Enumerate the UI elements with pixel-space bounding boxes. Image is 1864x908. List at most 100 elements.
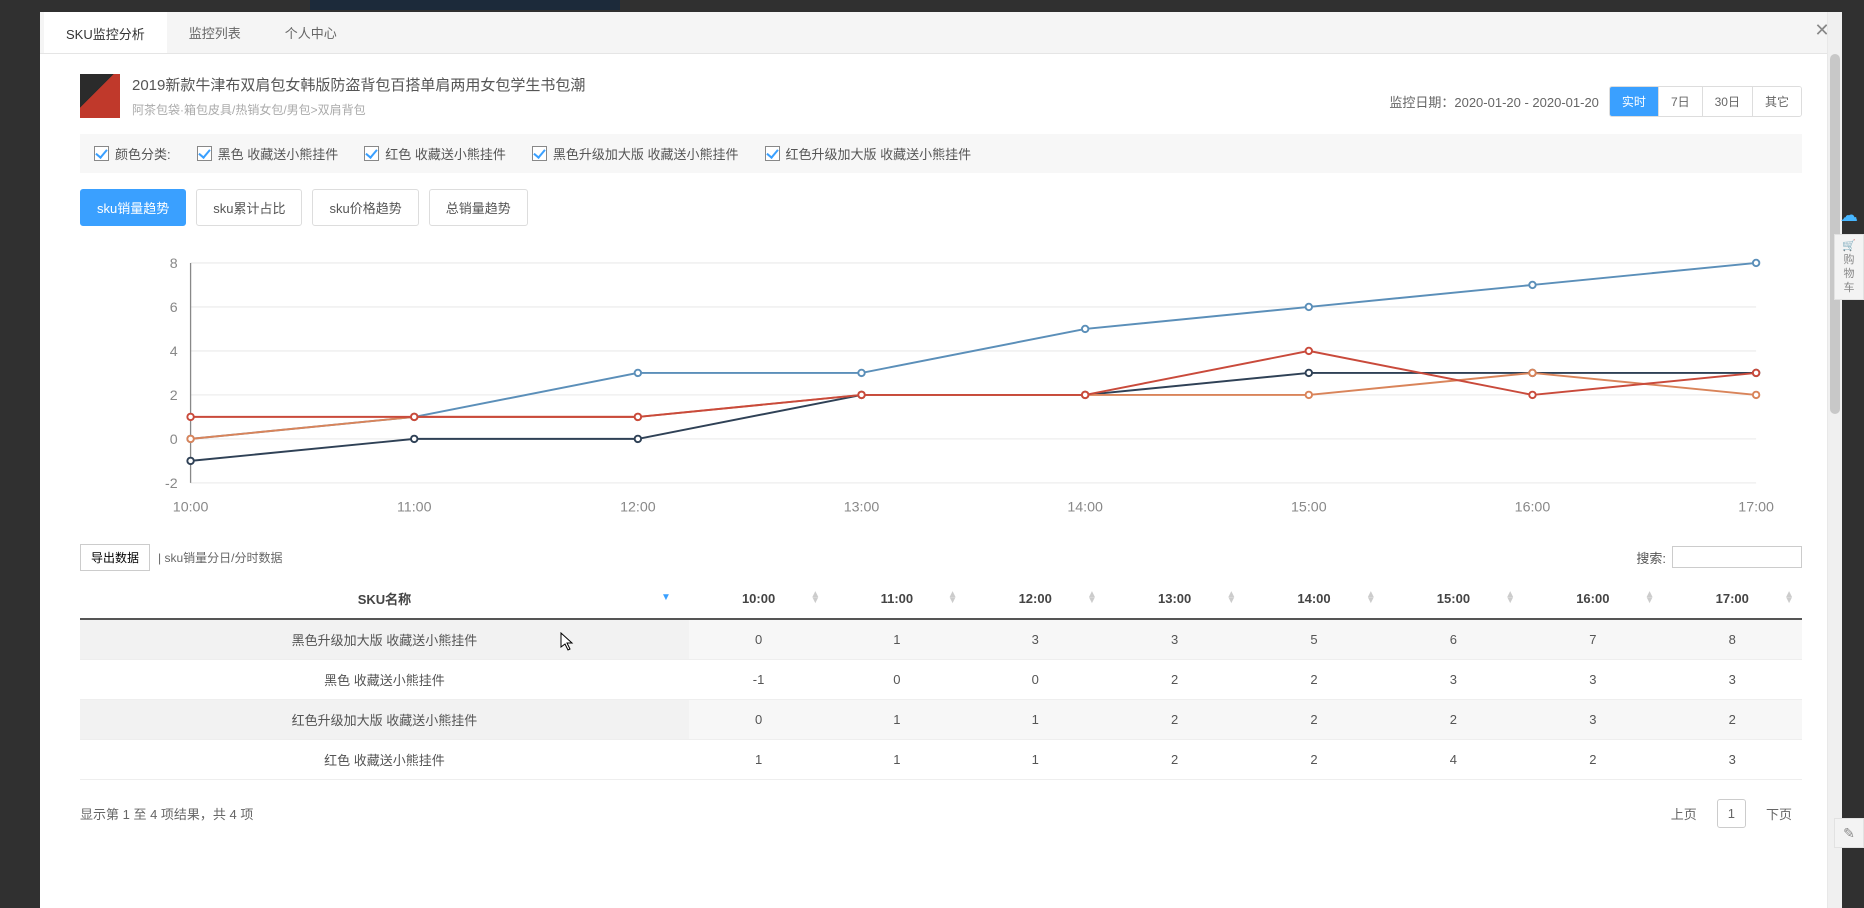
svg-text:14:00: 14:00 bbox=[1067, 499, 1103, 515]
filter-item-label: 红色升级加大版 收藏送小熊挂件 bbox=[786, 144, 972, 163]
checkbox-icon bbox=[364, 146, 379, 161]
table-row: 红色升级加大版 收藏送小熊挂件01122232 bbox=[80, 699, 1802, 739]
metric-tab-sales-trend[interactable]: sku销量趋势 bbox=[80, 189, 186, 226]
filter-item-label: 黑色 收藏送小熊挂件 bbox=[218, 144, 339, 163]
sku-name-cell: 红色升级加大版 收藏送小熊挂件 bbox=[80, 699, 689, 739]
col-header[interactable]: 15:00▲▼ bbox=[1384, 579, 1523, 619]
value-cell: 3 bbox=[1523, 699, 1662, 739]
tabs-bar: SKU监控分析 监控列表 个人中心 ✕ bbox=[40, 12, 1842, 54]
col-header[interactable]: 13:00▲▼ bbox=[1105, 579, 1244, 619]
tab-user-center[interactable]: 个人中心 bbox=[263, 13, 359, 52]
product-title: 2019新款牛津布双肩包女韩版防盗背包百搭单肩两用女包学生书包潮 bbox=[132, 74, 585, 95]
sort-icon[interactable]: ▲▼ bbox=[810, 592, 820, 604]
sku-name-cell: 黑色升级加大版 收藏送小熊挂件 bbox=[80, 619, 689, 660]
filter-black-large[interactable]: 黑色升级加大版 收藏送小熊挂件 bbox=[532, 144, 739, 163]
metric-tab-price-trend[interactable]: sku价格趋势 bbox=[312, 189, 418, 226]
value-cell: 1 bbox=[689, 739, 828, 779]
tab-monitor-list[interactable]: 监控列表 bbox=[167, 13, 263, 52]
value-cell: 3 bbox=[1384, 659, 1523, 699]
table-toolbar: 导出数据 | sku销量分日/分时数据 搜索: bbox=[80, 544, 1802, 571]
filter-red-large[interactable]: 红色升级加大版 收藏送小熊挂件 bbox=[765, 144, 972, 163]
range-btn-realtime[interactable]: 实时 bbox=[1610, 87, 1658, 116]
search-block: 搜索: bbox=[1636, 546, 1802, 568]
value-cell: 2 bbox=[1523, 739, 1662, 779]
value-cell: 3 bbox=[1523, 659, 1662, 699]
cart-button[interactable]: 🛒 购 物 车 bbox=[1834, 234, 1864, 300]
search-input[interactable] bbox=[1672, 546, 1802, 568]
metric-tab-total-trend[interactable]: 总销量趋势 bbox=[429, 189, 528, 226]
page-next[interactable]: 下页 bbox=[1756, 798, 1802, 829]
svg-text:12:00: 12:00 bbox=[620, 499, 656, 515]
sort-icon[interactable]: ▲▼ bbox=[948, 592, 958, 604]
table-row: 红色 收藏送小熊挂件11122423 bbox=[80, 739, 1802, 779]
range-btn-30d[interactable]: 30日 bbox=[1702, 87, 1752, 116]
cart-label-1: 购 bbox=[1844, 253, 1855, 267]
value-cell: 3 bbox=[1663, 659, 1802, 699]
checkbox-icon bbox=[532, 146, 547, 161]
result-info: 显示第 1 至 4 项结果，共 4 项 bbox=[80, 804, 253, 823]
svg-text:0: 0 bbox=[170, 432, 178, 448]
sort-icon[interactable]: ▲▼ bbox=[1226, 592, 1236, 604]
sort-icon[interactable]: ▲▼ bbox=[1505, 592, 1515, 604]
sort-icon[interactable]: ▲▼ bbox=[1645, 592, 1655, 604]
close-icon[interactable]: ✕ bbox=[1812, 20, 1832, 40]
sort-icon[interactable]: ▲▼ bbox=[1087, 592, 1097, 604]
page-prev[interactable]: 上页 bbox=[1661, 798, 1707, 829]
value-cell: 2 bbox=[1244, 699, 1383, 739]
col-header[interactable]: 17:00▲▼ bbox=[1663, 579, 1802, 619]
col-header[interactable]: 14:00▲▼ bbox=[1244, 579, 1383, 619]
svg-text:17:00: 17:00 bbox=[1738, 499, 1774, 515]
checkbox-icon bbox=[197, 146, 212, 161]
range-btn-other[interactable]: 其它 bbox=[1752, 87, 1801, 116]
col-header[interactable]: SKU名称▼ bbox=[80, 579, 689, 619]
filter-group-label[interactable]: 颜色分类: bbox=[94, 144, 171, 163]
filter-black[interactable]: 黑色 收藏送小熊挂件 bbox=[197, 144, 339, 163]
filter-group-text: 颜色分类: bbox=[115, 144, 171, 163]
col-header[interactable]: 11:00▲▼ bbox=[828, 579, 965, 619]
value-cell: 2 bbox=[1244, 739, 1383, 779]
value-cell: 2 bbox=[1105, 699, 1244, 739]
value-cell: 2 bbox=[1105, 659, 1244, 699]
value-cell: 2 bbox=[1105, 739, 1244, 779]
value-cell: 2 bbox=[1663, 699, 1802, 739]
tab-sku-analysis[interactable]: SKU监控分析 bbox=[44, 12, 167, 53]
value-cell: 3 bbox=[966, 619, 1105, 660]
sort-icon[interactable]: ▲▼ bbox=[1784, 592, 1794, 604]
col-header[interactable]: 16:00▲▼ bbox=[1523, 579, 1662, 619]
svg-text:4: 4 bbox=[170, 344, 178, 360]
range-buttons: 实时 7日 30日 其它 bbox=[1609, 86, 1802, 117]
filter-row: 颜色分类: 黑色 收藏送小熊挂件 红色 收藏送小熊挂件 黑色升级加大版 收藏送小… bbox=[80, 134, 1802, 173]
value-cell: 1 bbox=[966, 699, 1105, 739]
value-cell: 2 bbox=[1244, 659, 1383, 699]
value-cell: 1 bbox=[828, 619, 965, 660]
product-breadcrumb: 阿茶包袋·箱包皮具/热销女包/男包>双肩背包 bbox=[132, 101, 585, 118]
cloud-icon[interactable]: ☁ bbox=[1834, 200, 1864, 230]
col-header[interactable]: 10:00▲▼ bbox=[689, 579, 828, 619]
value-cell: 4 bbox=[1384, 739, 1523, 779]
value-cell: 1 bbox=[828, 739, 965, 779]
value-cell: 3 bbox=[1663, 739, 1802, 779]
svg-text:15:00: 15:00 bbox=[1291, 499, 1327, 515]
sort-icon[interactable]: ▲▼ bbox=[1366, 592, 1376, 604]
table-row: 黑色升级加大版 收藏送小熊挂件01335678 bbox=[80, 619, 1802, 660]
data-table: SKU名称▼10:00▲▼11:00▲▼12:00▲▼13:00▲▼14:00▲… bbox=[80, 579, 1802, 780]
svg-text:-2: -2 bbox=[165, 476, 178, 492]
export-button[interactable]: 导出数据 bbox=[80, 544, 150, 571]
modal-body: 2019新款牛津布双肩包女韩版防盗背包百搭单肩两用女包学生书包潮 阿茶包袋·箱包… bbox=[40, 54, 1842, 908]
product-thumbnail bbox=[80, 74, 120, 118]
col-header[interactable]: 12:00▲▼ bbox=[966, 579, 1105, 619]
filter-red[interactable]: 红色 收藏送小熊挂件 bbox=[364, 144, 506, 163]
edit-icon[interactable]: ✎ bbox=[1834, 818, 1864, 848]
cart-icon: 🛒 bbox=[1842, 239, 1856, 253]
filter-item-label: 红色 收藏送小熊挂件 bbox=[385, 144, 506, 163]
sku-name-cell: 黑色 收藏送小熊挂件 bbox=[80, 659, 689, 699]
svg-text:11:00: 11:00 bbox=[397, 499, 432, 515]
sort-icon[interactable]: ▼ bbox=[661, 595, 671, 601]
metric-tab-cumulative[interactable]: sku累计占比 bbox=[196, 189, 302, 226]
page-current[interactable]: 1 bbox=[1717, 799, 1746, 828]
value-cell: 3 bbox=[1105, 619, 1244, 660]
sku-name-cell: 红色 收藏送小熊挂件 bbox=[80, 739, 689, 779]
chart: -20246810:0011:0012:0013:0014:0015:0016:… bbox=[80, 240, 1802, 530]
value-cell: 0 bbox=[689, 619, 828, 660]
range-btn-7d[interactable]: 7日 bbox=[1658, 87, 1702, 116]
